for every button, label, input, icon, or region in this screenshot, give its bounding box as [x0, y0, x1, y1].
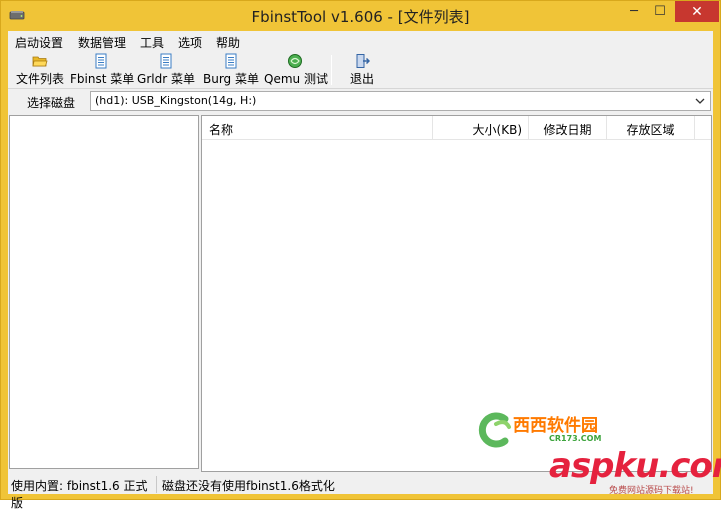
disk-selector-label: 选择磁盘 — [27, 96, 76, 110]
menu-tools[interactable]: 工具 — [140, 34, 164, 51]
toolbar-separator — [331, 55, 332, 85]
minimize-icon: ─ — [630, 4, 638, 19]
column-header-size[interactable]: 大小(KB) — [433, 116, 529, 140]
qemu-test-label: Qemu 测试 — [264, 72, 328, 86]
grldr-menu-button[interactable]: Grldr 菜单 — [135, 53, 197, 87]
exit-button[interactable]: 退出 — [342, 53, 382, 87]
status-builtin-version: 使用内置: fbinst1.6 正式版 — [9, 476, 157, 510]
column-header-name[interactable]: 名称 — [202, 116, 433, 140]
menu-data-management[interactable]: 数据管理 — [78, 34, 126, 51]
maximize-icon: ☐ — [654, 4, 666, 19]
window-title: FbinstTool v1.606 - [文件列表] — [251, 8, 470, 26]
xixi-watermark-text: 西西软件园 — [513, 416, 598, 436]
close-icon: ✕ — [691, 3, 703, 20]
column-header-date[interactable]: 修改日期 — [529, 116, 607, 140]
fbinst-menu-label: Fbinst 菜单 — [70, 72, 135, 86]
toolbar: 文件列表 Fbinst 菜单 Grldr 菜单 Burg 菜单 Qemu 测试 … — [8, 51, 713, 89]
document-menu-icon — [225, 53, 237, 69]
minimize-button[interactable]: ─ — [621, 1, 647, 22]
xixi-watermark: 西西软件园 CR173.COM — [471, 409, 651, 451]
app-window: FbinstTool v1.606 - [文件列表] ─ ☐ ✕ 启动设置 数据… — [0, 0, 721, 510]
exit-label: 退出 — [349, 72, 374, 86]
list-header: 名称 大小(KB) 修改日期 存放区域 — [202, 116, 711, 140]
exit-door-icon — [356, 54, 370, 68]
close-button[interactable]: ✕ — [675, 1, 719, 22]
file-list-button[interactable]: 文件列表 — [13, 53, 67, 87]
title-bar[interactable]: FbinstTool v1.606 - [文件列表] ─ ☐ ✕ — [1, 1, 720, 31]
xixi-logo-icon — [478, 412, 511, 448]
file-list-label: 文件列表 — [15, 72, 64, 86]
folder-open-icon — [32, 56, 48, 67]
document-menu-icon — [160, 53, 172, 69]
disk-selector-row: 选择磁盘 (hd1): USB_Kingston(14g, H:) — [8, 90, 713, 112]
aspku-watermark: aspku.com 免费网站源码下载站! — [549, 446, 721, 498]
xixi-watermark-url: CR173.COM — [549, 434, 602, 443]
aspku-watermark-text: aspku.com — [549, 446, 721, 486]
menu-bar: 启动设置 数据管理 工具 选项 帮助 — [8, 31, 713, 51]
maximize-button[interactable]: ☐ — [647, 1, 673, 22]
disk-dropdown-value: (hd1): USB_Kingston(14g, H:) — [95, 94, 257, 107]
disk-dropdown[interactable]: (hd1): USB_Kingston(14g, H:) — [90, 91, 711, 111]
chevron-down-icon[interactable] — [693, 93, 707, 109]
burg-menu-label: Burg 菜单 — [203, 72, 259, 86]
qemu-test-button[interactable]: Qemu 测试 — [264, 53, 328, 87]
burg-menu-button[interactable]: Burg 菜单 — [200, 53, 262, 87]
fbinst-menu-button[interactable]: Fbinst 菜单 — [70, 53, 135, 87]
qemu-globe-icon — [288, 54, 302, 68]
aspku-watermark-tagline: 免费网站源码下载站! — [609, 486, 694, 496]
menu-boot-settings[interactable]: 启动设置 — [15, 34, 63, 51]
column-header-location[interactable]: 存放区域 — [607, 116, 695, 140]
menu-help[interactable]: 帮助 — [216, 34, 240, 51]
document-menu-icon — [95, 53, 107, 69]
menu-options[interactable]: 选项 — [178, 34, 202, 51]
grldr-menu-label: Grldr 菜单 — [137, 72, 195, 86]
tree-pane[interactable] — [9, 115, 199, 469]
